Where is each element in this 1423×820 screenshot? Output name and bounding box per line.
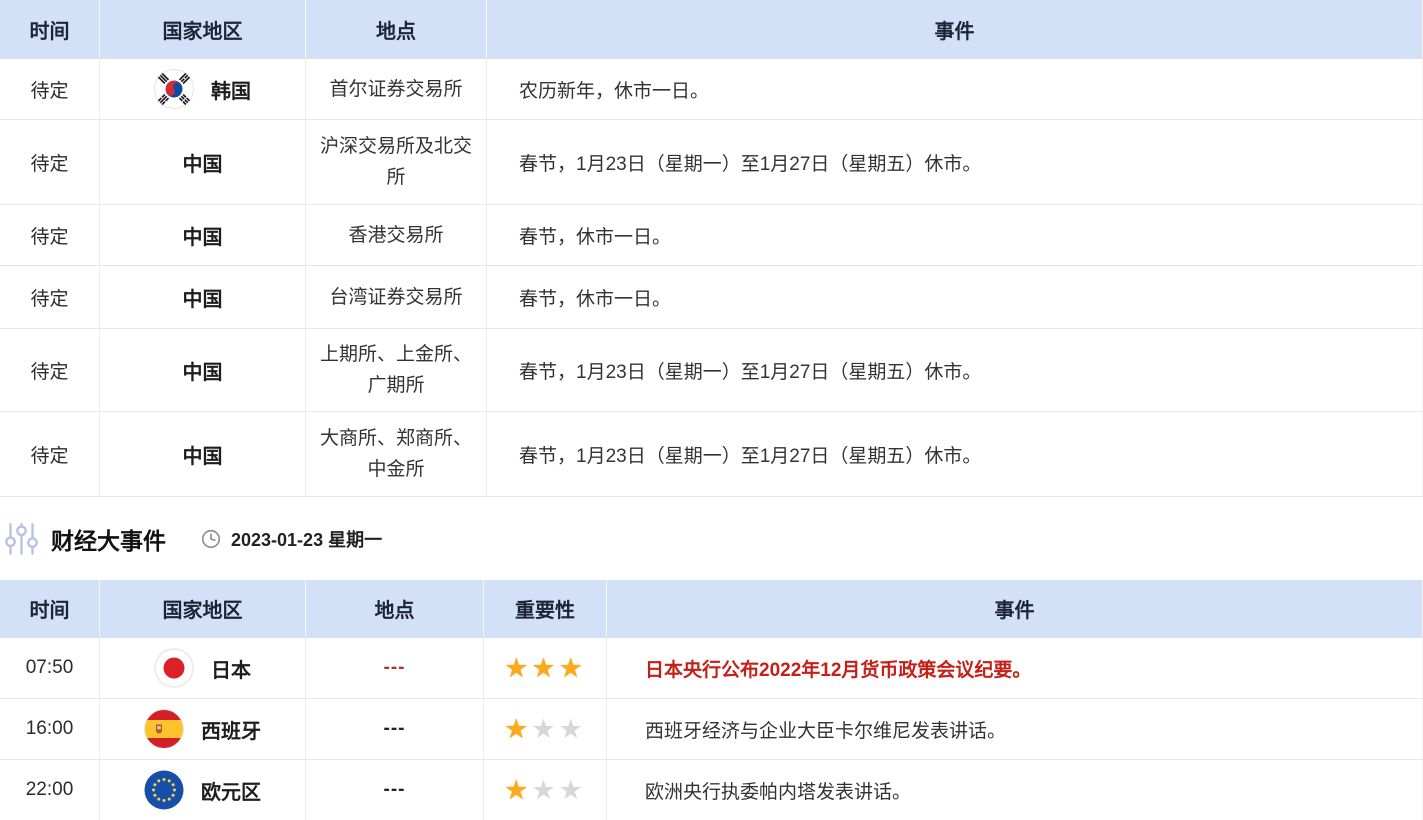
country-name: 欧元区 — [201, 776, 261, 805]
events-table-header: 时间 国家地区 地点 重要性 事件 — [0, 580, 1423, 638]
section-header: 财经大事件 2023-01-23 星期一 — [0, 497, 1423, 580]
country-cell: 中国 — [183, 283, 223, 312]
eu-flag-icon — [144, 770, 184, 810]
country-name: 日本 — [211, 654, 251, 683]
clock-icon — [200, 528, 222, 550]
header-importance: 重要性 — [484, 580, 607, 637]
holiday-time: 待定 — [0, 266, 100, 328]
holiday-time: 待定 — [0, 205, 100, 265]
table-row: 07:50 日本 --- ★★★ 日本央行公布2022年12月货币政策会议纪要。 — [0, 638, 1423, 699]
spain-flag-icon — [144, 709, 184, 749]
event-cell: 春节，休市一日。 — [487, 205, 1423, 265]
country-name: 韩国 — [211, 75, 251, 104]
holiday-time: 待定 — [0, 120, 100, 204]
section-date: 2023-01-23 星期一 — [231, 526, 382, 552]
star-filled-icon: ★ — [504, 714, 531, 744]
table-row: 22:00 欧元区 --- ★★★ — [0, 760, 1423, 820]
header-event: 事件 — [607, 580, 1423, 637]
header-location: 地点 — [306, 0, 487, 58]
country-name: 中国 — [183, 283, 223, 312]
star-rating: ★★★ — [504, 777, 586, 804]
table-row: 待定 — [0, 59, 1423, 120]
table-row: 待定 中国 香港交易所 春节，休市一日。 — [0, 205, 1423, 266]
table-row: 待定 中国 大商所、郑商所、中金所 春节，1月23日（星期一）至1月27日（星期… — [0, 412, 1423, 497]
location-cell: 大商所、郑商所、中金所 — [306, 412, 487, 496]
star-empty-icon: ★★ — [531, 775, 585, 805]
country-cell: 中国 — [183, 148, 223, 177]
table-row: 待定 中国 上期所、上金所、广期所 春节，1月23日（星期一）至1月27日（星期… — [0, 329, 1423, 412]
table-row: 待定 中国 沪深交易所及北交所 春节，1月23日（星期一）至1月27日（星期五）… — [0, 120, 1423, 205]
location-cell: --- — [306, 638, 484, 698]
country-cell: 西班牙 — [144, 709, 261, 749]
event-cell: 西班牙经济与企业大臣卡尔维尼发表讲话。 — [607, 699, 1423, 759]
country-cell: 日本 — [154, 648, 251, 688]
sliders-icon — [5, 520, 38, 558]
country-cell: 中国 — [183, 221, 223, 250]
country-name: 中国 — [183, 440, 223, 469]
event-time: 22:00 — [0, 760, 100, 820]
country-name: 西班牙 — [201, 715, 261, 744]
star-filled-icon: ★★★ — [504, 653, 586, 683]
table-row: 待定 中国 台湾证券交易所 春节，休市一日。 — [0, 266, 1423, 329]
country-cell: 欧元区 — [144, 770, 261, 810]
events-table: 时间 国家地区 地点 重要性 事件 07:50 日本 --- ★★★ 日本央行公… — [0, 580, 1423, 820]
event-cell: 春节，1月23日（星期一）至1月27日（星期五）休市。 — [487, 329, 1423, 411]
south-korea-flag-icon — [154, 69, 194, 109]
event-cell: 春节，1月23日（星期一）至1月27日（星期五）休市。 — [487, 120, 1423, 204]
country-name: 中国 — [183, 221, 223, 250]
importance-cell: ★★★ — [484, 699, 607, 759]
event-time: 16:00 — [0, 699, 100, 759]
header-time: 时间 — [0, 580, 100, 637]
star-rating: ★★★ — [504, 655, 586, 682]
header-location: 地点 — [306, 580, 484, 637]
event-cell: 农历新年，休市一日。 — [487, 59, 1423, 119]
event-cell: 春节，休市一日。 — [487, 266, 1423, 328]
country-name: 中国 — [183, 356, 223, 385]
location-cell: 沪深交易所及北交所 — [306, 120, 487, 204]
holiday-time: 待定 — [0, 412, 100, 496]
location-cell: 台湾证券交易所 — [306, 266, 487, 328]
location-cell: --- — [306, 699, 484, 759]
event-time: 07:50 — [0, 638, 100, 698]
event-cell: 春节，1月23日（星期一）至1月27日（星期五）休市。 — [487, 412, 1423, 496]
location-cell: 上期所、上金所、广期所 — [306, 329, 487, 411]
event-cell: 欧洲央行执委帕内塔发表讲话。 — [607, 760, 1423, 820]
holiday-time: 待定 — [0, 59, 100, 119]
location-cell: --- — [306, 760, 484, 820]
header-time: 时间 — [0, 0, 100, 58]
header-country: 国家地区 — [100, 0, 306, 58]
section-title: 财经大事件 — [51, 522, 166, 556]
star-empty-icon: ★★ — [531, 714, 585, 744]
country-cell: 韩国 — [154, 69, 251, 109]
header-country: 国家地区 — [100, 580, 306, 637]
location-cell: 首尔证券交易所 — [306, 59, 487, 119]
table-row: 16:00 西班牙 --- ★★★ — [0, 699, 1423, 760]
location-cell: 香港交易所 — [306, 205, 487, 265]
header-event: 事件 — [487, 0, 1423, 58]
country-cell: 中国 — [183, 356, 223, 385]
holiday-table: 时间 国家地区 地点 事件 待定 — [0, 0, 1423, 497]
country-name: 中国 — [183, 148, 223, 177]
holiday-time: 待定 — [0, 329, 100, 411]
country-cell: 中国 — [183, 440, 223, 469]
star-filled-icon: ★ — [504, 775, 531, 805]
importance-cell: ★★★ — [484, 760, 607, 820]
star-rating: ★★★ — [504, 716, 586, 743]
holiday-table-header: 时间 国家地区 地点 事件 — [0, 0, 1423, 59]
importance-cell: ★★★ — [484, 638, 607, 698]
event-cell: 日本央行公布2022年12月货币政策会议纪要。 — [607, 638, 1423, 698]
japan-flag-icon — [154, 648, 194, 688]
